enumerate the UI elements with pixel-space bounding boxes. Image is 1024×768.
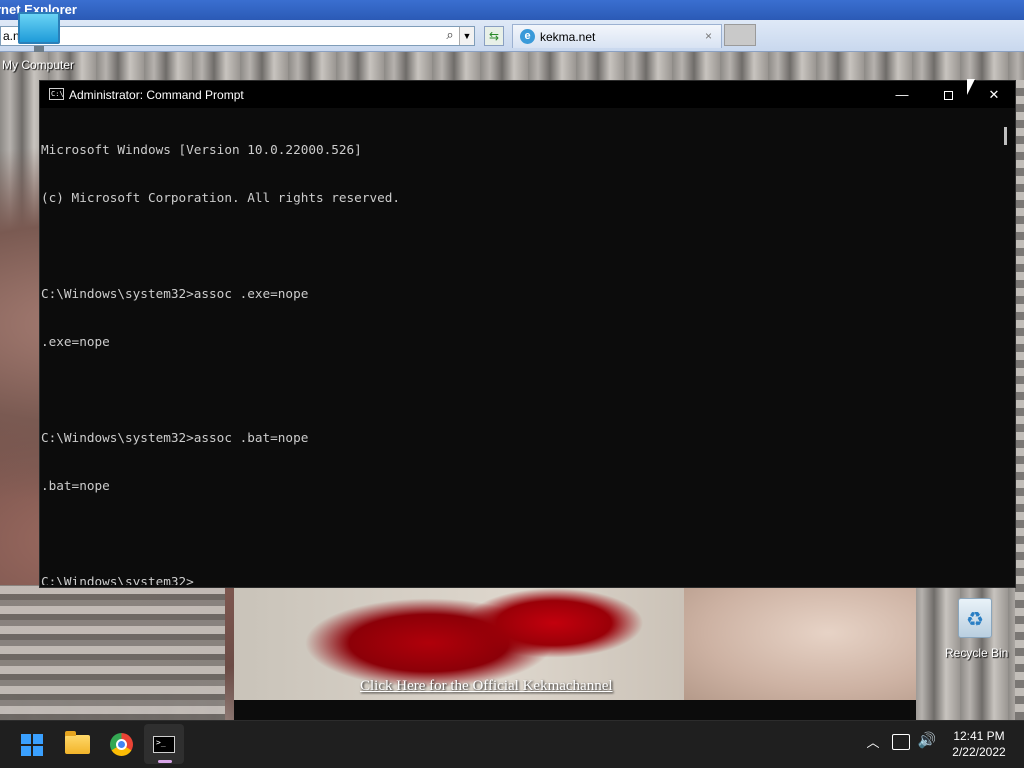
clock-date: 2/22/2022: [952, 745, 1006, 759]
folder-icon: [65, 731, 90, 754]
monitor-icon[interactable]: [18, 12, 60, 52]
console-line: .bat=nope: [41, 478, 110, 493]
command-prompt-window[interactable]: C:\ Administrator: Command Prompt — ✕ Mi…: [39, 80, 1016, 588]
console-line: C:\Windows\system32>assoc .bat=nope: [41, 430, 309, 445]
close-button[interactable]: ✕: [971, 81, 1017, 108]
wallpaper-grille: [0, 585, 225, 720]
console-line: Microsoft Windows [Version 10.0.22000.52…: [41, 142, 362, 157]
banner-image-splash-2: [464, 588, 644, 658]
recycle-bin-icon[interactable]: ♻: [958, 598, 992, 638]
command-prompt-taskbar-button[interactable]: >_: [144, 724, 184, 764]
console-line: C:\Windows\system32>assoc .exe=nope: [41, 286, 309, 301]
chrome-button[interactable]: [101, 724, 141, 764]
recycle-bin-label[interactable]: Recycle Bin: [945, 646, 1008, 660]
website-banner: Click Here for the Official Kekmachannel: [234, 588, 916, 700]
volume-icon[interactable]: 🔊: [916, 731, 938, 751]
chrome-icon: [110, 733, 133, 756]
show-hidden-icons-chevron-icon[interactable]: ︿: [864, 732, 882, 752]
console-line: (c) Microsoft Corporation. All rights re…: [41, 190, 401, 205]
ie-title-bar: rnet Explorer: [0, 0, 1024, 20]
maximize-icon: [943, 91, 953, 101]
tab-label: kekma.net: [540, 30, 596, 44]
kekmachannel-link[interactable]: Click Here for the Official Kekmachannel: [360, 678, 613, 695]
cmd-window-icon: C:\: [49, 88, 64, 100]
maximize-button[interactable]: [925, 81, 971, 108]
tab-close-icon[interactable]: ×: [705, 29, 712, 43]
cmd-icon: >_: [153, 736, 175, 753]
ie-toolbar: a.ne ⌕ ▼ ⇆ e kekma.net ×: [0, 20, 1024, 52]
cmd-title-bar[interactable]: C:\ Administrator: Command Prompt — ✕: [40, 81, 1015, 108]
my-computer-label[interactable]: My Computer: [2, 58, 74, 72]
clock[interactable]: 12:41 PM 2/22/2022: [944, 728, 1014, 760]
banner-footer: [234, 700, 916, 720]
file-explorer-button[interactable]: [57, 724, 97, 764]
clock-time: 12:41 PM: [953, 729, 1005, 743]
wallpaper-strip: [1015, 80, 1024, 720]
ie-logo-icon: e: [520, 29, 535, 44]
cmd-scrollbar[interactable]: [998, 109, 1014, 587]
address-bar[interactable]: a.ne ⌕ ▼: [0, 26, 475, 46]
active-app-indicator: [158, 760, 172, 763]
tab-kekma[interactable]: e kekma.net ×: [512, 24, 722, 48]
search-icon[interactable]: ⌕: [441, 27, 459, 45]
cmd-console-output[interactable]: Microsoft Windows [Version 10.0.22000.52…: [40, 109, 1000, 585]
compatibility-refresh-button[interactable]: ⇆: [484, 26, 504, 46]
start-button[interactable]: [12, 724, 52, 764]
cmd-window-title: Administrator: Command Prompt: [69, 88, 244, 102]
address-dropdown-icon[interactable]: ▼: [459, 27, 474, 45]
new-tab-button[interactable]: [724, 24, 756, 46]
console-prompt-line[interactable]: C:\Windows\system32>: [41, 574, 1000, 585]
windows-logo-icon: [21, 734, 43, 756]
minimize-button[interactable]: —: [879, 81, 925, 108]
scrollbar-thumb[interactable]: [1004, 127, 1007, 145]
console-line: .exe=nope: [41, 334, 110, 349]
mouse-pointer-icon: [967, 79, 975, 95]
banner-image-photo: [684, 588, 916, 700]
network-icon[interactable]: [892, 734, 910, 750]
